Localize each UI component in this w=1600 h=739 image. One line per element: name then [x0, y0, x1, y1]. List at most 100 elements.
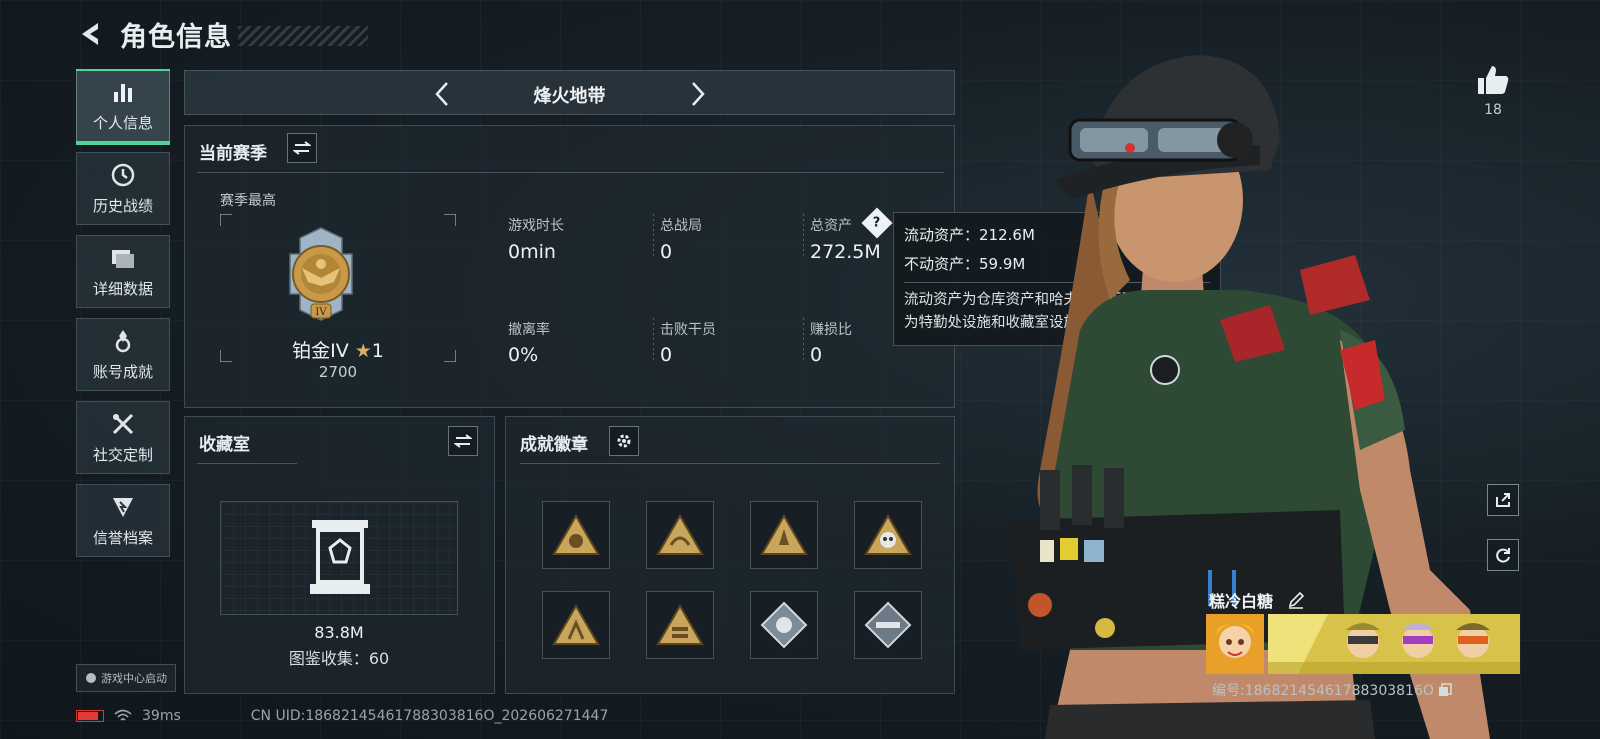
badge-item[interactable]: [646, 501, 714, 569]
ping-value: 39ms: [142, 708, 181, 724]
next-mode-button[interactable]: [683, 79, 711, 109]
swap-icon: [454, 434, 472, 448]
banner-artwork: [1268, 614, 1520, 674]
page-header: 角色信息: [76, 14, 368, 54]
divider: [653, 318, 654, 360]
diamond-badge-icon: [760, 601, 808, 649]
sidebar-item-detail-data[interactable]: 详细数据: [76, 235, 170, 308]
triangle-badge-icon: [656, 604, 704, 645]
collection-value: 83.8M: [314, 623, 364, 642]
folder-icon: [109, 244, 137, 272]
badge-item[interactable]: [750, 501, 818, 569]
player-name: 糕冷白糖: [1209, 592, 1274, 611]
achievement-badges-panel: 成就徽章: [505, 416, 955, 694]
stat-value-extract-rate: 0%: [508, 344, 539, 366]
catalog-count: 图鉴收集：60: [288, 649, 390, 668]
stat-label-playtime: 游戏时长: [508, 218, 564, 234]
season-title: 当前赛季: [199, 144, 267, 164]
rank-name: 铂金IV: [292, 340, 349, 362]
rank-points: 2700: [318, 363, 358, 381]
triangle-badge-icon: [552, 514, 600, 555]
divider: [520, 463, 940, 464]
mode-name: 烽火地带: [533, 86, 606, 107]
triangle-badge-icon: [760, 514, 808, 555]
sidebar-item-personal-info[interactable]: 个人信息: [76, 69, 170, 145]
sidebar-item-label: 详细数据: [92, 280, 153, 298]
rotate-button[interactable]: [1487, 539, 1519, 571]
sidebar-item-achievements[interactable]: 账号成就: [76, 318, 170, 391]
season-panel: 当前赛季 赛季最高 IV 铂金IV ★1 2700 游戏时长 0min 总战局 …: [184, 125, 955, 408]
refresh-icon: [1496, 548, 1510, 563]
rank-stars: 1: [371, 340, 384, 362]
star-icon: ★: [354, 340, 372, 362]
stat-label-kills: 击败干员: [660, 322, 716, 338]
badge-item[interactable]: [542, 501, 610, 569]
sidebar-item-credit[interactable]: 信誉档案: [76, 484, 170, 557]
divider: [197, 172, 944, 173]
stat-label-matches: 总战局: [660, 218, 702, 234]
tools-icon: [109, 410, 137, 438]
share-icon: [1496, 493, 1510, 507]
vault-icon: [310, 520, 370, 594]
badge-item[interactable]: [646, 591, 714, 659]
copy-icon[interactable]: [1438, 683, 1452, 697]
gear-icon: [617, 434, 631, 448]
sidebar-item-label: 个人信息: [92, 114, 153, 132]
sidebar-item-label: 历史战绩: [92, 197, 153, 215]
sidebar-item-history[interactable]: 历史战绩: [76, 152, 170, 225]
mode-selector: 烽火地带: [184, 70, 955, 115]
badge-item[interactable]: [542, 591, 610, 659]
penguin-icon: [86, 673, 96, 683]
collection-title: 收藏室: [199, 435, 250, 455]
divider: [803, 318, 804, 360]
skull-badge-icon: [864, 514, 912, 555]
status-bar: 39ms CN UID:18682145461788303816O_202606…: [76, 708, 608, 724]
season-highest-label: 赛季最高: [220, 193, 276, 209]
player-banner[interactable]: [1206, 614, 1520, 674]
season-switch-button[interactable]: [287, 133, 317, 163]
stat-value-matches: 0: [660, 241, 673, 263]
back-arrow-icon[interactable]: [76, 19, 106, 49]
sidebar-item-social[interactable]: 社交定制: [76, 401, 170, 474]
badge-item[interactable]: [750, 591, 818, 659]
page-title: 角色信息: [120, 21, 232, 53]
stat-label-profit-ratio: 赚损比: [810, 322, 852, 338]
player-name-row: 糕冷白糖: [1209, 588, 1305, 612]
svg-text:IV: IV: [315, 307, 327, 318]
swap-icon: [293, 141, 311, 155]
like-section: 18: [1474, 64, 1512, 118]
badge-item[interactable]: [854, 591, 922, 659]
thumbs-up-icon[interactable]: [1476, 64, 1510, 96]
edit-icon[interactable]: [1287, 591, 1305, 609]
badges-title: 成就徽章: [520, 435, 588, 455]
bar-chart-icon: [109, 78, 137, 106]
share-button[interactable]: [1487, 484, 1519, 516]
divider: [197, 463, 297, 464]
clock-icon: [109, 161, 137, 189]
collection-panel: 收藏室 83.8M 图鉴收集：60: [184, 416, 495, 694]
medal-icon: [109, 327, 137, 355]
stat-value-profit-ratio: 0: [810, 344, 823, 366]
collection-switch-button[interactable]: [448, 426, 478, 456]
shield-icon: [109, 493, 137, 521]
sidebar-item-label: 账号成就: [92, 363, 153, 381]
cn-uid: CN UID:18682145461788303816O_20260627144…: [250, 708, 609, 724]
badge-settings-button[interactable]: [609, 426, 639, 456]
divider: [803, 214, 804, 256]
launcher-label: 游戏中心启动: [101, 672, 167, 685]
stat-value-assets: 272.5M: [810, 241, 881, 263]
stat-label-assets: 总资产: [810, 218, 852, 234]
badge-item[interactable]: [854, 501, 922, 569]
like-count: 18: [1484, 102, 1502, 118]
collection-preview[interactable]: [220, 501, 458, 615]
game-center-launcher[interactable]: 游戏中心启动: [76, 664, 176, 692]
sidebar-item-label: 社交定制: [92, 446, 153, 464]
help-icon[interactable]: ?: [861, 207, 893, 239]
diamond-badge-icon: [864, 601, 912, 649]
platinum-rank-emblem-icon: IV: [289, 227, 353, 321]
wifi-icon: [114, 709, 132, 721]
stat-value-kills: 0: [660, 344, 673, 366]
stat-label-extract-rate: 撤离率: [508, 322, 550, 338]
divider: [653, 214, 654, 256]
player-id: 编号:18682145461788303816O: [1212, 683, 1434, 699]
